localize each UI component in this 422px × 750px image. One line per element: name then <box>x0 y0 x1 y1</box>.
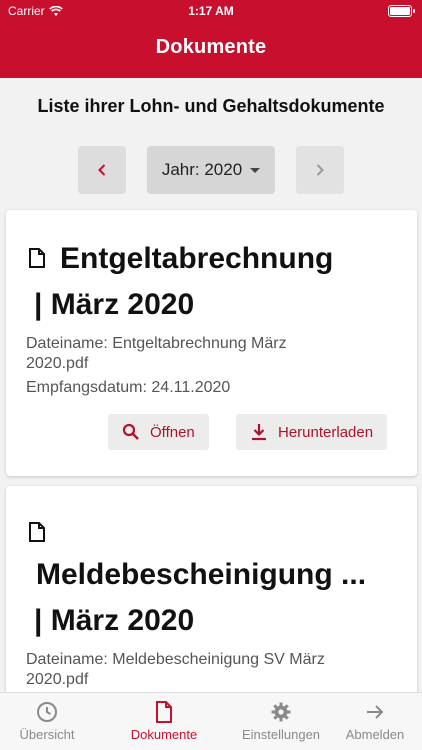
tab-settings-label: Einstellungen <box>241 727 321 742</box>
chevron-right-icon <box>316 164 324 176</box>
page-title: Dokumente <box>155 36 267 58</box>
year-navigation: Jahr: 2020 <box>0 146 422 194</box>
tab-overview-label: Übersicht <box>19 727 75 742</box>
document-card: Entgeltabrechnung | März 2020 Dateiname:… <box>6 210 417 476</box>
battery-icon <box>388 5 415 17</box>
document-filename: Dateiname: Meldebescheinigung SV März 20… <box>26 650 397 690</box>
year-select[interactable]: Jahr: 2020 <box>147 146 275 194</box>
gear-icon <box>271 702 291 722</box>
year-select-value: Jahr: 2020 <box>161 160 243 179</box>
open-button[interactable]: Öffnen <box>108 414 209 450</box>
search-icon <box>122 423 139 440</box>
document-icon <box>29 248 45 268</box>
tab-logout[interactable]: Abmelden <box>325 701 422 742</box>
document-icon <box>156 701 172 723</box>
filename-line: Dateiname: Meldebescheinigung SV März <box>26 651 325 668</box>
download-icon <box>252 424 266 441</box>
tab-logout-label: Abmelden <box>345 727 405 742</box>
download-button-label: Herunterladen <box>278 423 374 441</box>
clock-icon <box>37 702 57 722</box>
document-title-period: | März 2020 <box>34 604 195 637</box>
tab-documents-label: Dokumente <box>130 727 198 742</box>
next-year-button[interactable] <box>296 146 344 194</box>
open-button-label: Öffnen <box>150 423 195 441</box>
chevron-left-icon <box>98 164 106 176</box>
section-subtitle: Liste ihrer Lohn- und Gehaltsdokumente <box>37 96 385 116</box>
app-header: Carrier 1:17 AM Dokumente <box>0 0 422 78</box>
tab-bar: Übersicht Dokumente Einstellungen Abmeld… <box>0 692 422 750</box>
tab-settings[interactable]: Einstellungen <box>231 701 331 742</box>
status-time: 1:17 AM <box>188 4 234 18</box>
filename-line: 2020.pdf <box>26 671 89 688</box>
previous-year-button[interactable] <box>78 146 126 194</box>
tab-overview[interactable]: Übersicht <box>0 701 97 742</box>
tab-documents[interactable]: Dokumente <box>114 701 214 742</box>
document-title-period: | März 2020 <box>34 288 195 321</box>
download-button[interactable]: Herunterladen <box>236 414 388 450</box>
caret-down-icon <box>250 167 261 173</box>
document-icon <box>29 522 45 542</box>
filename-line: Dateiname: Entgeltabrechnung März <box>26 335 287 352</box>
arrow-right-icon <box>367 705 384 719</box>
status-bar: Carrier 1:17 AM <box>0 0 422 24</box>
document-card: Meldebescheinigung ... | März 2020 Datei… <box>6 486 417 716</box>
filename-line: 2020.pdf <box>26 355 89 372</box>
document-filename: Dateiname: Entgeltabrechnung März 2020.p… <box>26 334 397 374</box>
document-received-date: Empfangsdatum: 24.11.2020 <box>26 379 231 396</box>
document-title: Entgeltabrechnung <box>60 242 334 275</box>
document-title: Meldebescheinigung ... <box>36 558 367 591</box>
